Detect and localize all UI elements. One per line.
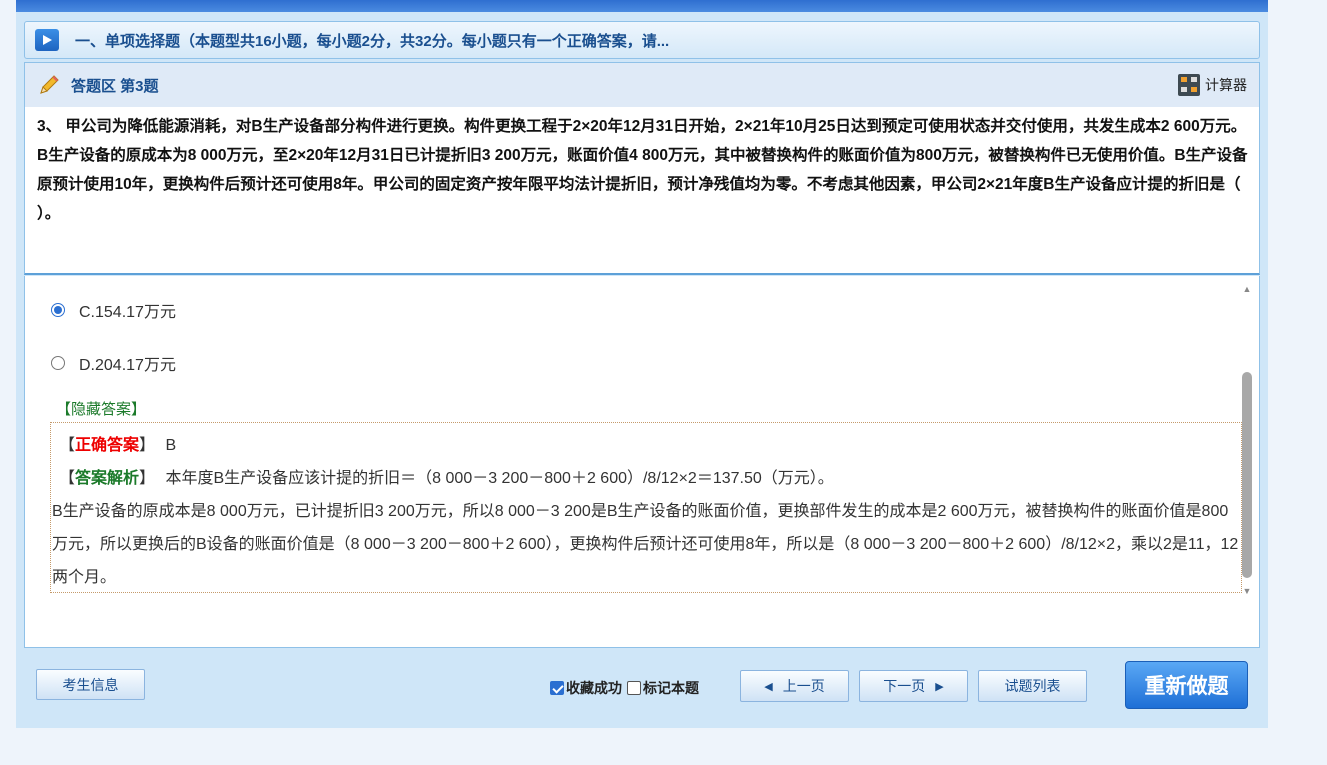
favorite-check-icon[interactable] xyxy=(550,681,564,695)
option-c-label: C.154.17万元 xyxy=(79,304,176,321)
option-c-radio[interactable] xyxy=(51,303,65,317)
answer-panel: C.154.17万元 D.204.17万元 【隐藏答案】 【正确答案】 B 【答… xyxy=(24,276,1260,648)
top-banner xyxy=(16,0,1268,12)
answer-box: 【正确答案】 B 【答案解析】 本年度B生产设备应该计提的折旧＝（8 000－3… xyxy=(50,422,1242,593)
scrollbar-thumb[interactable] xyxy=(1242,372,1252,578)
next-page-label: 下一页 xyxy=(883,678,926,694)
calculator-label: 计算器 xyxy=(1205,77,1247,93)
left-arrow-icon: ◀ xyxy=(764,680,773,693)
section-header[interactable]: 一、单项选择题（本题型共16小题，每小题2分，共32分。每小题只有一个正确答案，… xyxy=(24,21,1260,59)
calculator-button[interactable]: 计算器 xyxy=(1178,74,1247,96)
correct-answer-value: B xyxy=(165,437,177,454)
prev-page-button[interactable]: ◀ 上一页 xyxy=(740,670,849,702)
correct-answer-tag: 【正确答案】 xyxy=(59,437,156,454)
section-title: 一、单项选择题（本题型共16小题，每小题2分，共32分。每小题只有一个正确答案，… xyxy=(75,32,670,50)
redo-button[interactable]: 重新做题 xyxy=(1125,661,1248,709)
right-arrow-icon: ▶ xyxy=(935,680,944,693)
question-text: 3、 甲公司为降低能源消耗，对B生产设备部分构件进行更换。构件更换工程于2×20… xyxy=(37,118,1248,222)
scroll-down-arrow[interactable]: ▼ xyxy=(1241,586,1253,596)
calculator-icon xyxy=(1178,74,1200,96)
favorite-checkbox[interactable]: 收藏成功 xyxy=(550,678,622,698)
analysis-tag: 【答案解析】 xyxy=(59,470,156,487)
option-d-radio[interactable] xyxy=(51,356,65,370)
answer-area-title: 答题区 第3题 xyxy=(71,77,159,95)
play-icon[interactable] xyxy=(35,29,59,51)
prev-page-label: 上一页 xyxy=(782,678,825,694)
question-header: 答题区 第3题 计算器 xyxy=(25,63,1259,107)
question-panel: 答题区 第3题 计算器 3、 甲公司为降低能源消耗，对B生产设备部分构件进行更换… xyxy=(24,62,1260,275)
mark-label: 标记本题 xyxy=(643,680,699,696)
next-page-button[interactable]: 下一页 ▶ xyxy=(859,670,968,702)
option-d-label: D.204.17万元 xyxy=(79,357,176,374)
question-list-button[interactable]: 试题列表 xyxy=(978,670,1087,702)
hide-answer-link[interactable]: 【隐藏答案】 xyxy=(56,398,146,419)
mark-question-checkbox[interactable]: 标记本题 xyxy=(627,678,699,698)
analysis-text: 本年度B生产设备应该计提的折旧＝（8 000－3 200－800＋2 600）/… xyxy=(165,470,834,487)
scroll-up-arrow[interactable]: ▲ xyxy=(1241,284,1253,294)
mark-check-icon[interactable] xyxy=(627,681,641,695)
scrollbar[interactable]: ▲ ▼ xyxy=(1241,284,1253,596)
favorite-label: 收藏成功 xyxy=(566,680,622,696)
correct-answer-line: 【正确答案】 B xyxy=(59,431,176,455)
analysis-line: 【答案解析】 本年度B生产设备应该计提的折旧＝（8 000－3 200－800＋… xyxy=(59,464,834,488)
candidate-info-button[interactable]: 考生信息 xyxy=(36,669,145,700)
pencil-icon xyxy=(40,75,59,94)
analysis-detail: B生产设备的原成本是8 000万元，已计提折旧3 200万元，所以8 000－3… xyxy=(52,503,1239,586)
option-c[interactable]: C.154.17万元 xyxy=(51,298,176,322)
option-d[interactable]: D.204.17万元 xyxy=(51,351,176,375)
